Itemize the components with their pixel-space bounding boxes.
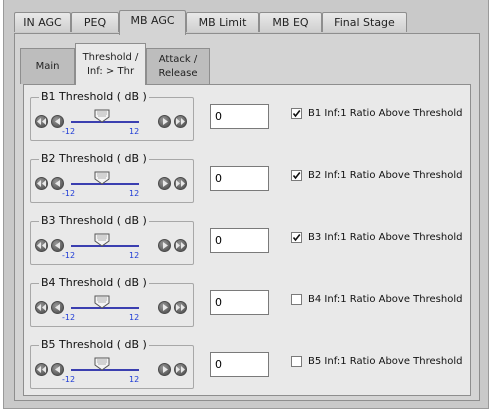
- slider-max-label: 12: [129, 251, 140, 260]
- tab-mb-agc[interactable]: MB AGC: [119, 10, 186, 35]
- right-arrow-icon[interactable]: [158, 177, 171, 190]
- inf-ratio-label: B1 Inf:1 Ratio Above Threshold: [308, 108, 463, 119]
- threshold-value-input[interactable]: 0: [210, 166, 269, 191]
- right-arrow-icon[interactable]: [158, 363, 171, 376]
- inf-ratio-checkbox[interactable]: [291, 232, 302, 243]
- subtab-main-label: Main: [35, 60, 60, 72]
- threshold-group: B3 Threshold ( dB ) -12 12: [30, 214, 194, 265]
- band-row-2: B2 Threshold ( dB ) -12 12 0 B2 Inf:1 Ra…: [24, 151, 470, 211]
- right-arrow-icon[interactable]: [158, 239, 171, 252]
- threshold-title: B5 Threshold ( dB ): [39, 338, 149, 352]
- double-right-arrow-icon[interactable]: [174, 115, 187, 128]
- slider-min-label: -12: [62, 251, 76, 260]
- threshold-value-input[interactable]: 0: [210, 228, 269, 253]
- threshold-value-input[interactable]: 0: [210, 104, 269, 129]
- double-left-arrow-icon[interactable]: [35, 301, 48, 314]
- subtab-attack-release[interactable]: Attack / Release: [146, 48, 210, 84]
- subtab-main[interactable]: Main: [20, 48, 75, 84]
- slider-max-label: 12: [129, 189, 140, 198]
- tab-final-stage[interactable]: Final Stage: [322, 12, 407, 32]
- checkmark-icon: [292, 172, 301, 180]
- slider-min-label: -12: [62, 127, 76, 136]
- subtab-threshold-line1: Threshold /: [82, 51, 139, 63]
- inf-ratio-label: B2 Inf:1 Ratio Above Threshold: [308, 170, 463, 181]
- threshold-title: B3 Threshold ( dB ): [39, 214, 149, 228]
- right-arrow-icon[interactable]: [158, 115, 171, 128]
- band-row-5: B5 Threshold ( dB ) -12 12 0 B5 Inf:1 Ra…: [24, 337, 470, 397]
- slider-max-label: 12: [129, 375, 140, 384]
- slider-thumb-icon[interactable]: [94, 233, 110, 247]
- inf-ratio-label: B3 Inf:1 Ratio Above Threshold: [308, 232, 463, 243]
- threshold-group: B5 Threshold ( dB ) -12 12: [30, 338, 194, 389]
- slider-min-label: -12: [62, 375, 76, 384]
- threshold-group: B2 Threshold ( dB ) -12 12: [30, 152, 194, 203]
- slider-thumb-icon[interactable]: [94, 357, 110, 371]
- threshold-title: B2 Threshold ( dB ): [39, 152, 149, 166]
- band-row-4: B4 Threshold ( dB ) -12 12 0 B4 Inf:1 Ra…: [24, 275, 470, 335]
- double-left-arrow-icon[interactable]: [35, 115, 48, 128]
- inf-ratio-checkbox[interactable]: [291, 108, 302, 119]
- double-right-arrow-icon[interactable]: [174, 363, 187, 376]
- tab-in-agc[interactable]: IN AGC: [14, 12, 71, 32]
- double-left-arrow-icon[interactable]: [35, 177, 48, 190]
- subtab-threshold-line2: Inf: > Thr: [86, 65, 135, 77]
- threshold-group: B4 Threshold ( dB ) -12 12: [30, 276, 194, 327]
- threshold-value-input[interactable]: 0: [210, 352, 269, 377]
- subtab-attack-line2: Release: [158, 67, 198, 79]
- slider-max-label: 12: [129, 313, 140, 322]
- threshold-group: B1 Threshold ( dB ) -12 12: [30, 90, 194, 141]
- double-right-arrow-icon[interactable]: [174, 301, 187, 314]
- double-left-arrow-icon[interactable]: [35, 363, 48, 376]
- slider-min-label: -12: [62, 313, 76, 322]
- double-left-arrow-icon[interactable]: [35, 239, 48, 252]
- slider-thumb-icon[interactable]: [94, 109, 110, 123]
- band-row-1: B1 Threshold ( dB ) -12 12 0 B1 Inf:1 Ra…: [24, 89, 470, 149]
- mb-agc-panel: Main Threshold / Inf: > Thr Attack / Rel…: [14, 33, 480, 401]
- tab-peq[interactable]: PEQ: [71, 12, 119, 32]
- subtab-threshold[interactable]: Threshold / Inf: > Thr: [75, 43, 146, 85]
- tab-mb-eq[interactable]: MB EQ: [259, 12, 322, 32]
- slider-min-label: -12: [62, 189, 76, 198]
- subtab-attack-line1: Attack /: [158, 53, 198, 65]
- slider-max-label: 12: [129, 127, 140, 136]
- slider-thumb-icon[interactable]: [94, 295, 110, 309]
- threshold-title: B1 Threshold ( dB ): [39, 90, 149, 104]
- inf-ratio-checkbox[interactable]: [291, 170, 302, 181]
- inf-ratio-label: B4 Inf:1 Ratio Above Threshold: [308, 294, 463, 305]
- double-right-arrow-icon[interactable]: [174, 177, 187, 190]
- window-frame: IN AGC PEQ MB AGC MB Limit MB EQ Final S…: [3, 0, 489, 409]
- threshold-panel: B1 Threshold ( dB ) -12 12 0 B1 Inf:1 Ra…: [23, 84, 471, 396]
- double-right-arrow-icon[interactable]: [174, 239, 187, 252]
- slider-thumb-icon[interactable]: [94, 171, 110, 185]
- inf-ratio-label: B5 Inf:1 Ratio Above Threshold: [308, 356, 463, 367]
- checkmark-icon: [292, 110, 301, 118]
- inf-ratio-checkbox[interactable]: [291, 294, 302, 305]
- tab-mb-limit[interactable]: MB Limit: [186, 12, 259, 32]
- right-arrow-icon[interactable]: [158, 301, 171, 314]
- checkmark-icon: [292, 234, 301, 242]
- threshold-value-input[interactable]: 0: [210, 290, 269, 315]
- band-row-3: B3 Threshold ( dB ) -12 12 0 B3 Inf:1 Ra…: [24, 213, 470, 273]
- inf-ratio-checkbox[interactable]: [291, 356, 302, 367]
- threshold-title: B4 Threshold ( dB ): [39, 276, 149, 290]
